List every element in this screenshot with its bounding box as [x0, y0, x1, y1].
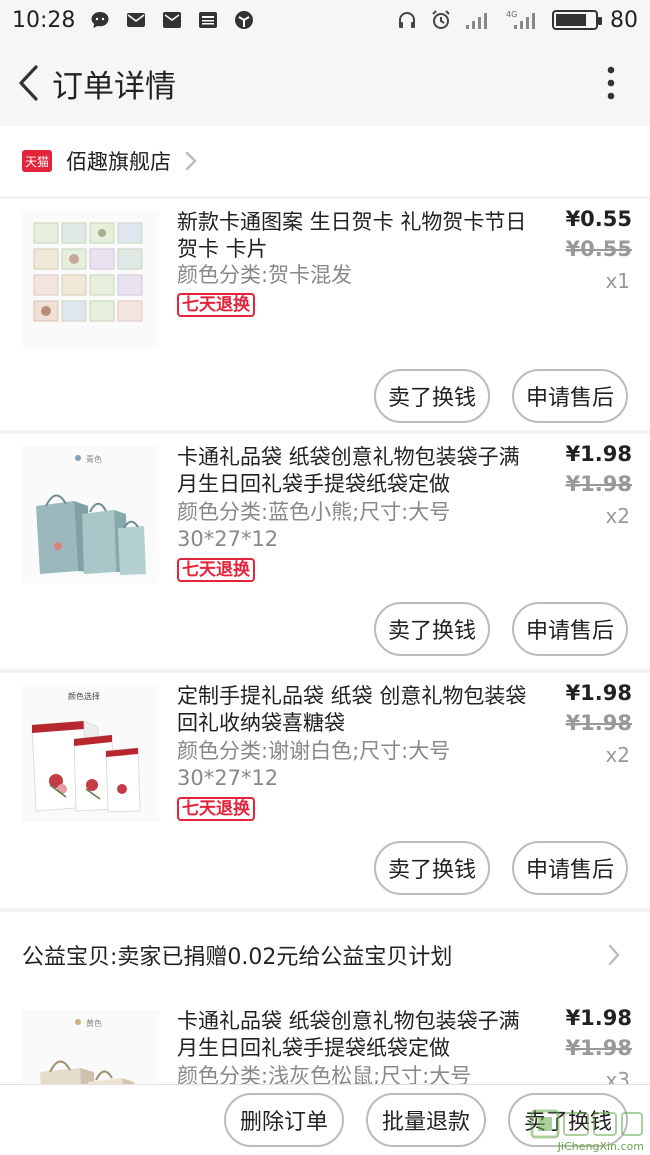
product-quantity: x1 [605, 269, 630, 293]
signal-4g-icon: 4G [506, 10, 535, 29]
item-actions: 卖了换钱 申请售后 [0, 841, 650, 909]
title-bar: 订单详情 [0, 40, 650, 126]
apply-after-sale-button[interactable]: 申请售后 [511, 602, 628, 656]
product-image-greeting-cards[interactable] [22, 211, 159, 348]
status-time: 10:28 [12, 7, 76, 33]
sell-for-cash-button[interactable]: 卖了换钱 [373, 841, 490, 895]
seven-day-return-badge: 七天退换 [177, 293, 255, 317]
more-menu-button[interactable] [596, 58, 626, 108]
chat-icon [91, 12, 109, 28]
back-button[interactable] [8, 53, 48, 113]
product-price: ¥0.55 [565, 207, 632, 231]
headset-icon [399, 12, 415, 28]
charity-text: 公益宝贝:卖家已捐赠0.02元给公益宝贝计划 [22, 945, 453, 970]
gift-bag-image: 青色 [22, 446, 159, 583]
batch-refund-button[interactable]: 批量退款 [366, 1093, 486, 1147]
order-item[interactable]: 颜色选择 定制手提礼品袋 纸袋 创意礼物包装袋回礼收纳袋喜糖袋 颜色分类:谢谢白 [0, 673, 650, 908]
inbox-icon [163, 12, 182, 28]
product-quantity: x2 [605, 504, 630, 528]
product-original-price: ¥0.55 [565, 237, 632, 261]
order-item[interactable]: 黄色 卡通礼品袋 纸袋创意礼物包装袋子满月生日回礼袋手提袋纸袋定做 颜色分类:浅… [0, 998, 650, 1084]
product-original-price: ¥1.98 [565, 472, 632, 496]
apply-after-sale-button[interactable]: 申请售后 [511, 369, 628, 423]
thumb-label: 颜色选择 [68, 691, 100, 701]
battery-percent: 80 [610, 7, 638, 33]
signal-icon [466, 13, 487, 29]
alarm-icon [432, 10, 450, 29]
seven-day-return-badge: 七天退换 [177, 558, 255, 582]
product-original-price: ¥1.98 [565, 1036, 632, 1060]
gift-bag-image: 颜色选择 [22, 685, 159, 822]
item-actions: 卖了换钱 申请售后 [0, 602, 650, 670]
tmall-badge: 天猫 [22, 150, 52, 172]
svg-text:4G: 4G [506, 10, 517, 19]
battery-fill [556, 14, 587, 26]
delete-order-button[interactable]: 删除订单 [224, 1093, 344, 1147]
news-icon [199, 12, 218, 28]
bottom-action-bar: 删除订单 批量退款 卖了换钱 JiChengXin.com [0, 1084, 650, 1155]
mail-icon [127, 13, 146, 27]
seven-day-return-badge: 七天退换 [177, 797, 255, 821]
product-spec: 颜色分类:贺卡混发 [177, 263, 353, 287]
product-price: ¥1.98 [565, 1006, 632, 1030]
product-spec: 颜色分类:浅灰色松鼠;尺寸:大号 [177, 1064, 472, 1084]
store-name: 佰趣旗舰店 [66, 150, 171, 174]
product-image-gift-bags-blue[interactable]: 青色 [22, 446, 159, 583]
more-vertical-icon [607, 66, 615, 100]
chevron-left-icon [19, 65, 38, 101]
product-spec: 颜色分类:谢谢白色;尺寸:大号 [177, 739, 451, 763]
status-bar: 10:28 4G 80 [0, 0, 650, 40]
product-original-price: ¥1.98 [565, 711, 632, 735]
product-image-gift-bags-grey[interactable]: 黄色 [22, 1010, 159, 1084]
item-actions: 卖了换钱 申请售后 [0, 369, 650, 437]
gift-bag-image: 黄色 [22, 1010, 159, 1084]
battery-icon [552, 10, 602, 30]
status-right: 4G 80 [396, 8, 638, 33]
product-price: ¥1.98 [565, 681, 632, 705]
thumb-label: 青色 [86, 454, 102, 464]
chevron-right-icon [185, 151, 197, 171]
sell-for-cash-button[interactable]: 卖了换钱 [373, 602, 490, 656]
product-title: 定制手提礼品袋 纸袋 创意礼物包装袋回礼收纳袋喜糖袋 [177, 684, 527, 735]
product-quantity: x2 [605, 743, 630, 767]
sell-for-cash-button[interactable]: 卖了换钱 [373, 369, 490, 423]
product-quantity: x3 [605, 1068, 630, 1084]
notification-icons [89, 9, 255, 31]
order-item[interactable]: 新款卡通图案 生日贺卡 礼物贺卡节日贺卡 卡片 颜色分类:贺卡混发 七天退换 ¥… [0, 199, 650, 430]
chevron-right-icon [608, 944, 620, 966]
charity-row[interactable]: 公益宝贝:卖家已捐赠0.02元给公益宝贝计划 [0, 912, 650, 998]
browser-icon [235, 11, 254, 29]
sell-for-cash-button[interactable]: 卖了换钱 [508, 1093, 628, 1147]
product-spec-size: 30*27*12 [177, 766, 279, 790]
product-title: 卡通礼品袋 纸袋创意礼物包装袋子满月生日回礼袋手提袋纸袋定做 [177, 445, 520, 496]
apply-after-sale-button[interactable]: 申请售后 [511, 841, 628, 895]
product-image-gift-bags-white[interactable]: 颜色选择 [22, 685, 159, 822]
watermark-text: JiChengXin.com [557, 1140, 644, 1153]
product-title: 卡通礼品袋 纸袋创意礼物包装袋子满月生日回礼袋手提袋纸袋定做 [177, 1009, 520, 1060]
thumb-label: 黄色 [86, 1018, 102, 1028]
order-item[interactable]: 青色 卡通礼品袋 纸袋创意礼物包装袋子满月生日回礼袋手提袋纸袋定做 颜色分类:蓝… [0, 434, 650, 669]
product-title: 新款卡通图案 生日贺卡 礼物贺卡节日贺卡 卡片 [177, 210, 527, 261]
store-row[interactable]: 天猫 佰趣旗舰店 [0, 126, 650, 196]
order-content[interactable]: 天猫 佰趣旗舰店 新款卡通图案 生日贺卡 礼物贺卡节日贺卡 卡片 颜色分类:贺卡… [0, 126, 650, 1084]
product-spec-size: 30*27*12 [177, 527, 279, 551]
page-title: 订单详情 [52, 68, 176, 105]
product-spec: 颜色分类:蓝色小熊;尺寸:大号 [177, 500, 451, 524]
greeting-cards-image [22, 211, 159, 348]
product-price: ¥1.98 [565, 442, 632, 466]
